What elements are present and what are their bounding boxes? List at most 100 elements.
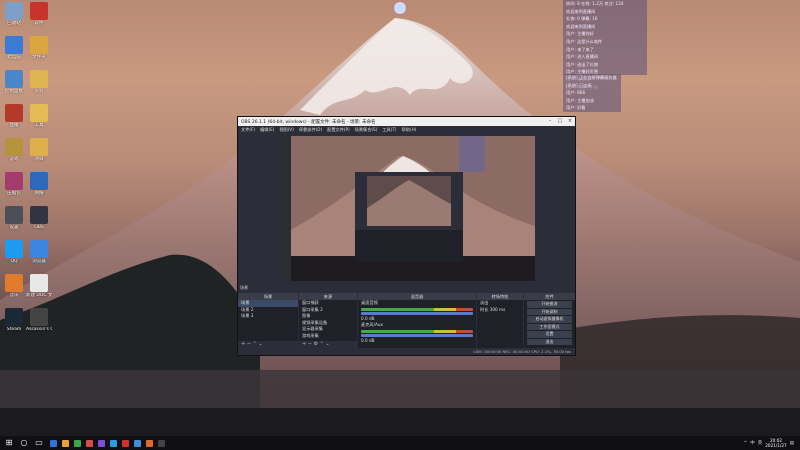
desktop-icon[interactable]: 音乐 xyxy=(1,274,27,299)
desktop-icon[interactable]: 资料 xyxy=(26,70,52,95)
scene-item[interactable]: 场景 xyxy=(238,300,298,307)
notification-icon[interactable]: ▤ xyxy=(790,441,794,446)
menu-item[interactable]: 停靠部件(D) xyxy=(299,127,322,133)
remove-icon[interactable]: − xyxy=(308,341,312,347)
desktop-icon[interactable]: QQ xyxy=(1,240,27,265)
controls-list[interactable]: 开始推流 开始录制 启动虚拟摄像机 工作室模式 设置 退出 xyxy=(524,301,575,345)
taskbar-app-icon[interactable] xyxy=(86,439,93,447)
chevron-down-icon[interactable]: ⌄ xyxy=(258,341,262,347)
control-button[interactable]: 设置 xyxy=(527,331,572,338)
taskbar-app-icon[interactable] xyxy=(110,439,117,447)
desktop-icon[interactable]: Steam xyxy=(1,308,27,333)
qq-icon xyxy=(5,240,23,258)
scene-item[interactable]: 场景 2 xyxy=(238,307,298,314)
sources-dock[interactable]: 来源 窗口捕获 窗口采集 2 图像 视频采集设备 显示器采集 游戏采集 + − ⚙ ⌃ ⌄ xyxy=(299,293,357,348)
desktop-icon[interactable]: 文件夹 xyxy=(26,36,52,61)
obs-dock-titlebar: 场景 xyxy=(238,284,575,292)
taskbar-app-icon[interactable] xyxy=(146,439,153,447)
sources-dock-toolbar[interactable]: + − ⚙ ⌃ ⌄ xyxy=(299,341,357,348)
taskbar[interactable]: ⊞ ○ ▭ ^ 中 英 20:02 2021/1/27 ▤ xyxy=(0,436,800,450)
taskbar-app-icon[interactable] xyxy=(74,439,81,447)
desktop-icon[interactable]: 此电脑 xyxy=(1,36,27,61)
transition-field[interactable]: 时长 300 ms xyxy=(477,307,523,314)
obs-preview-canvas[interactable] xyxy=(279,136,535,281)
desktop-icon[interactable]: 网络 xyxy=(26,172,52,197)
sources-list[interactable]: 窗口捕获 窗口采集 2 图像 视频采集设备 显示器采集 游戏采集 xyxy=(299,300,357,340)
tray-expand-icon[interactable]: ^ xyxy=(743,441,747,446)
controls-dock[interactable]: 控件 开始推流 开始录制 启动虚拟摄像机 工作室模式 设置 退出 xyxy=(524,293,575,348)
mixer-list[interactable]: 桌面音频 0.0 dB 麦克风/Aux 0.0 dB xyxy=(358,300,476,344)
desktop-icon[interactable]: 直播 xyxy=(1,104,27,129)
source-item[interactable]: 窗口采集 2 xyxy=(299,307,357,314)
remove-icon[interactable]: − xyxy=(247,341,251,347)
taskbar-app-icon[interactable] xyxy=(134,439,141,447)
scenes-dock-toolbar[interactable]: + − ⌃ ⌄ xyxy=(238,341,298,348)
menu-item[interactable]: 场景集合(S) xyxy=(355,127,378,133)
taskbar-app-icon[interactable] xyxy=(50,439,57,447)
menu-item[interactable]: 文件(F) xyxy=(241,127,255,133)
folder-icon xyxy=(30,138,48,156)
add-icon[interactable]: + xyxy=(241,341,245,347)
add-icon[interactable]: + xyxy=(302,341,306,347)
desktop-icon[interactable]: Assassin's Creed xyxy=(26,308,52,333)
taskbar-app-icon[interactable] xyxy=(158,439,165,447)
control-button[interactable]: 退出 xyxy=(527,338,572,345)
desktop-icon[interactable]: 压缩包 xyxy=(1,172,27,197)
source-item[interactable]: 视频采集设备 xyxy=(299,320,357,327)
desktop-icon[interactable]: 游戏 xyxy=(1,138,27,163)
transition-field[interactable]: 淡出 xyxy=(477,300,523,307)
source-item[interactable]: 图像 xyxy=(299,313,357,320)
desktop-icon[interactable]: 设置 xyxy=(1,206,27,231)
menu-item[interactable]: 编辑(E) xyxy=(260,127,274,133)
taskbar-app-icon[interactable] xyxy=(98,439,105,447)
control-button[interactable]: 启动虚拟摄像机 xyxy=(527,316,572,323)
menu-item[interactable]: 配置文件(P) xyxy=(327,127,350,133)
desktop-icon[interactable]: 浏览器 xyxy=(26,240,52,265)
desktop-icon[interactable]: 软件 xyxy=(26,2,52,27)
desktop-icon[interactable]: 控制面板 xyxy=(1,70,27,95)
taskbar-app-icon[interactable] xyxy=(62,439,69,447)
minimize-icon[interactable]: – xyxy=(545,117,555,126)
desktop-icon[interactable]: 工具 xyxy=(26,104,52,129)
scene-item[interactable]: 场景 3 xyxy=(238,313,298,320)
desktop-icon[interactable]: OBS xyxy=(26,206,52,231)
gear-icon[interactable]: ⚙ xyxy=(314,341,318,347)
scenes-dock[interactable]: 场景 场景 场景 2 场景 3 + − ⌃ ⌄ xyxy=(238,293,298,348)
transitions-list[interactable]: 淡出 时长 300 ms xyxy=(477,300,523,313)
desktop-icon[interactable]: 回收站 xyxy=(1,2,27,27)
source-item[interactable]: 显示器采集 xyxy=(299,326,357,333)
menu-item[interactable]: 帮助(H) xyxy=(402,127,417,133)
desktop-icon[interactable]: 新建 DOC 文档 xyxy=(26,274,52,299)
transitions-dock[interactable]: 转场特效 淡出 时长 300 ms xyxy=(477,293,523,348)
desktop-icon[interactable]: 项目 xyxy=(26,138,52,163)
archive-icon xyxy=(5,172,23,190)
maximize-icon[interactable]: □ xyxy=(555,117,565,126)
chevron-up-icon[interactable]: ⌃ xyxy=(320,341,324,347)
source-item[interactable]: 窗口捕获 xyxy=(299,300,357,307)
task-view-icon[interactable]: ▭ xyxy=(33,438,45,448)
windows-start-icon[interactable]: ⊞ xyxy=(3,438,15,448)
taskbar-clock[interactable]: 20:02 2021/1/27 xyxy=(765,438,786,448)
clock-date: 2021/1/27 xyxy=(765,443,787,448)
chevron-down-icon[interactable]: ⌄ xyxy=(325,341,329,347)
volume-slider[interactable] xyxy=(361,311,473,315)
control-button[interactable]: 开始推流 xyxy=(527,301,572,308)
obs-window[interactable]: OBS 26.1.1 (64-bit, windows) - 配置文件: 未命名… xyxy=(237,116,576,356)
menu-item[interactable]: 工具(T) xyxy=(382,127,396,133)
close-icon[interactable]: × xyxy=(565,117,575,126)
scenes-list[interactable]: 场景 场景 2 场景 3 xyxy=(238,300,298,320)
taskbar-apps[interactable] xyxy=(45,439,165,447)
ime-indicator[interactable]: 中 xyxy=(750,440,755,446)
control-button[interactable]: 开始录制 xyxy=(527,308,572,315)
chevron-up-icon[interactable]: ⌃ xyxy=(253,341,257,347)
audio-mixer-dock[interactable]: 混音器 桌面音频 0.0 dB 麦克风/Aux 0.0 dB xyxy=(358,293,476,348)
source-item[interactable]: 游戏采集 xyxy=(299,333,357,340)
system-tray[interactable]: ^ 中 英 20:02 2021/1/27 ▤ xyxy=(743,438,800,448)
control-button[interactable]: 工作室模式 xyxy=(527,323,572,330)
taskbar-app-icon[interactable] xyxy=(122,439,129,447)
language-indicator[interactable]: 英 xyxy=(758,440,763,446)
volume-slider[interactable] xyxy=(361,333,473,337)
obs-titlebar[interactable]: OBS 26.1.1 (64-bit, windows) - 配置文件: 未命名… xyxy=(238,117,575,126)
search-icon[interactable]: ○ xyxy=(18,438,30,448)
menu-item[interactable]: 视图(V) xyxy=(279,127,294,133)
